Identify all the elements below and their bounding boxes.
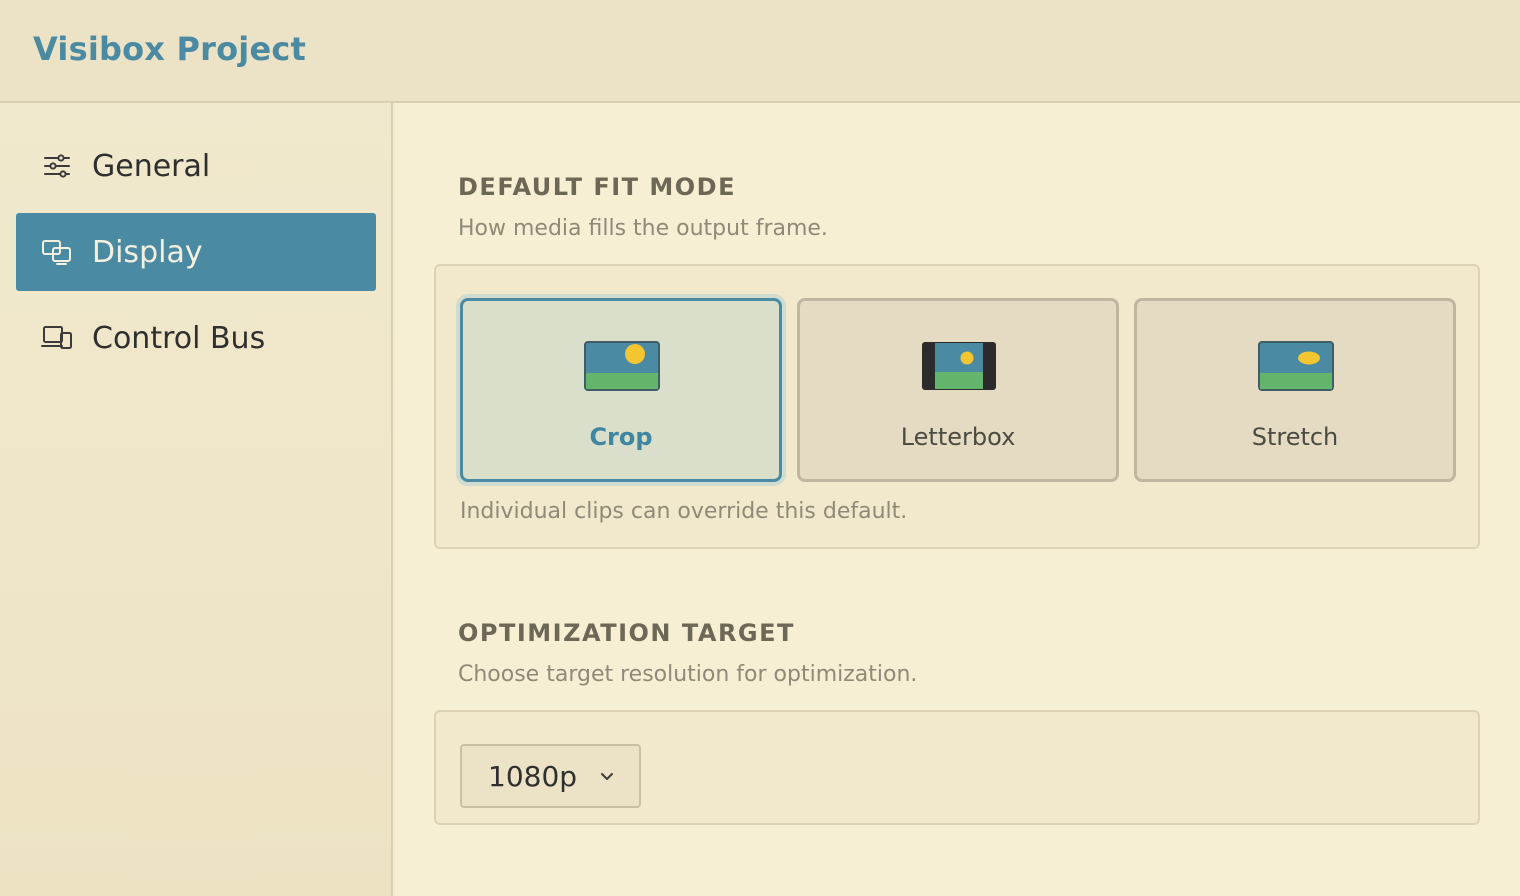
fit-option-crop[interactable]: Crop: [460, 298, 782, 482]
fit-mode-description: How media fills the output frame.: [458, 216, 828, 241]
fit-mode-panel: Crop Letterbox Stretch Individual clips …: [434, 264, 1480, 549]
fit-mode-title: DEFAULT FIT MODE: [458, 173, 736, 201]
sidebar-item-label: General: [92, 148, 211, 184]
fit-option-label: Letterbox: [900, 423, 1016, 451]
sidebar-item-general[interactable]: General: [16, 127, 376, 205]
letterbox-thumbnail-icon: [922, 342, 996, 390]
sidebar-item-label: Control Bus: [92, 320, 266, 356]
stretch-thumbnail-icon: [1258, 341, 1334, 391]
sliders-icon: [40, 149, 74, 183]
sidebar-item-display[interactable]: Display: [16, 213, 376, 291]
optimization-title: OPTIMIZATION TARGET: [458, 619, 795, 647]
chevron-down-icon: [601, 773, 613, 780]
resolution-select-value: 1080p: [488, 759, 578, 793]
display-icon: [40, 235, 74, 269]
devices-icon: [40, 321, 74, 355]
app-title: Visibox Project: [33, 30, 307, 68]
fit-option-label: Crop: [589, 423, 653, 451]
main-content: DEFAULT FIT MODE How media fills the out…: [395, 103, 1520, 896]
sidebar-item-control-bus[interactable]: Control Bus: [16, 299, 376, 377]
fit-mode-note: Individual clips can override this defau…: [460, 499, 908, 524]
fit-option-stretch[interactable]: Stretch: [1134, 298, 1456, 482]
sidebar-item-label: Display: [92, 234, 203, 270]
resolution-select[interactable]: 1080p: [460, 744, 641, 808]
optimization-panel: 1080p: [434, 710, 1480, 825]
fit-option-label: Stretch: [1251, 423, 1339, 451]
fit-option-letterbox[interactable]: Letterbox: [797, 298, 1119, 482]
optimization-description: Choose target resolution for optimizatio…: [458, 662, 918, 687]
crop-thumbnail-icon: [584, 341, 660, 391]
app-header: Visibox Project: [0, 0, 1520, 103]
sidebar: General Display Control Bus: [0, 103, 393, 896]
